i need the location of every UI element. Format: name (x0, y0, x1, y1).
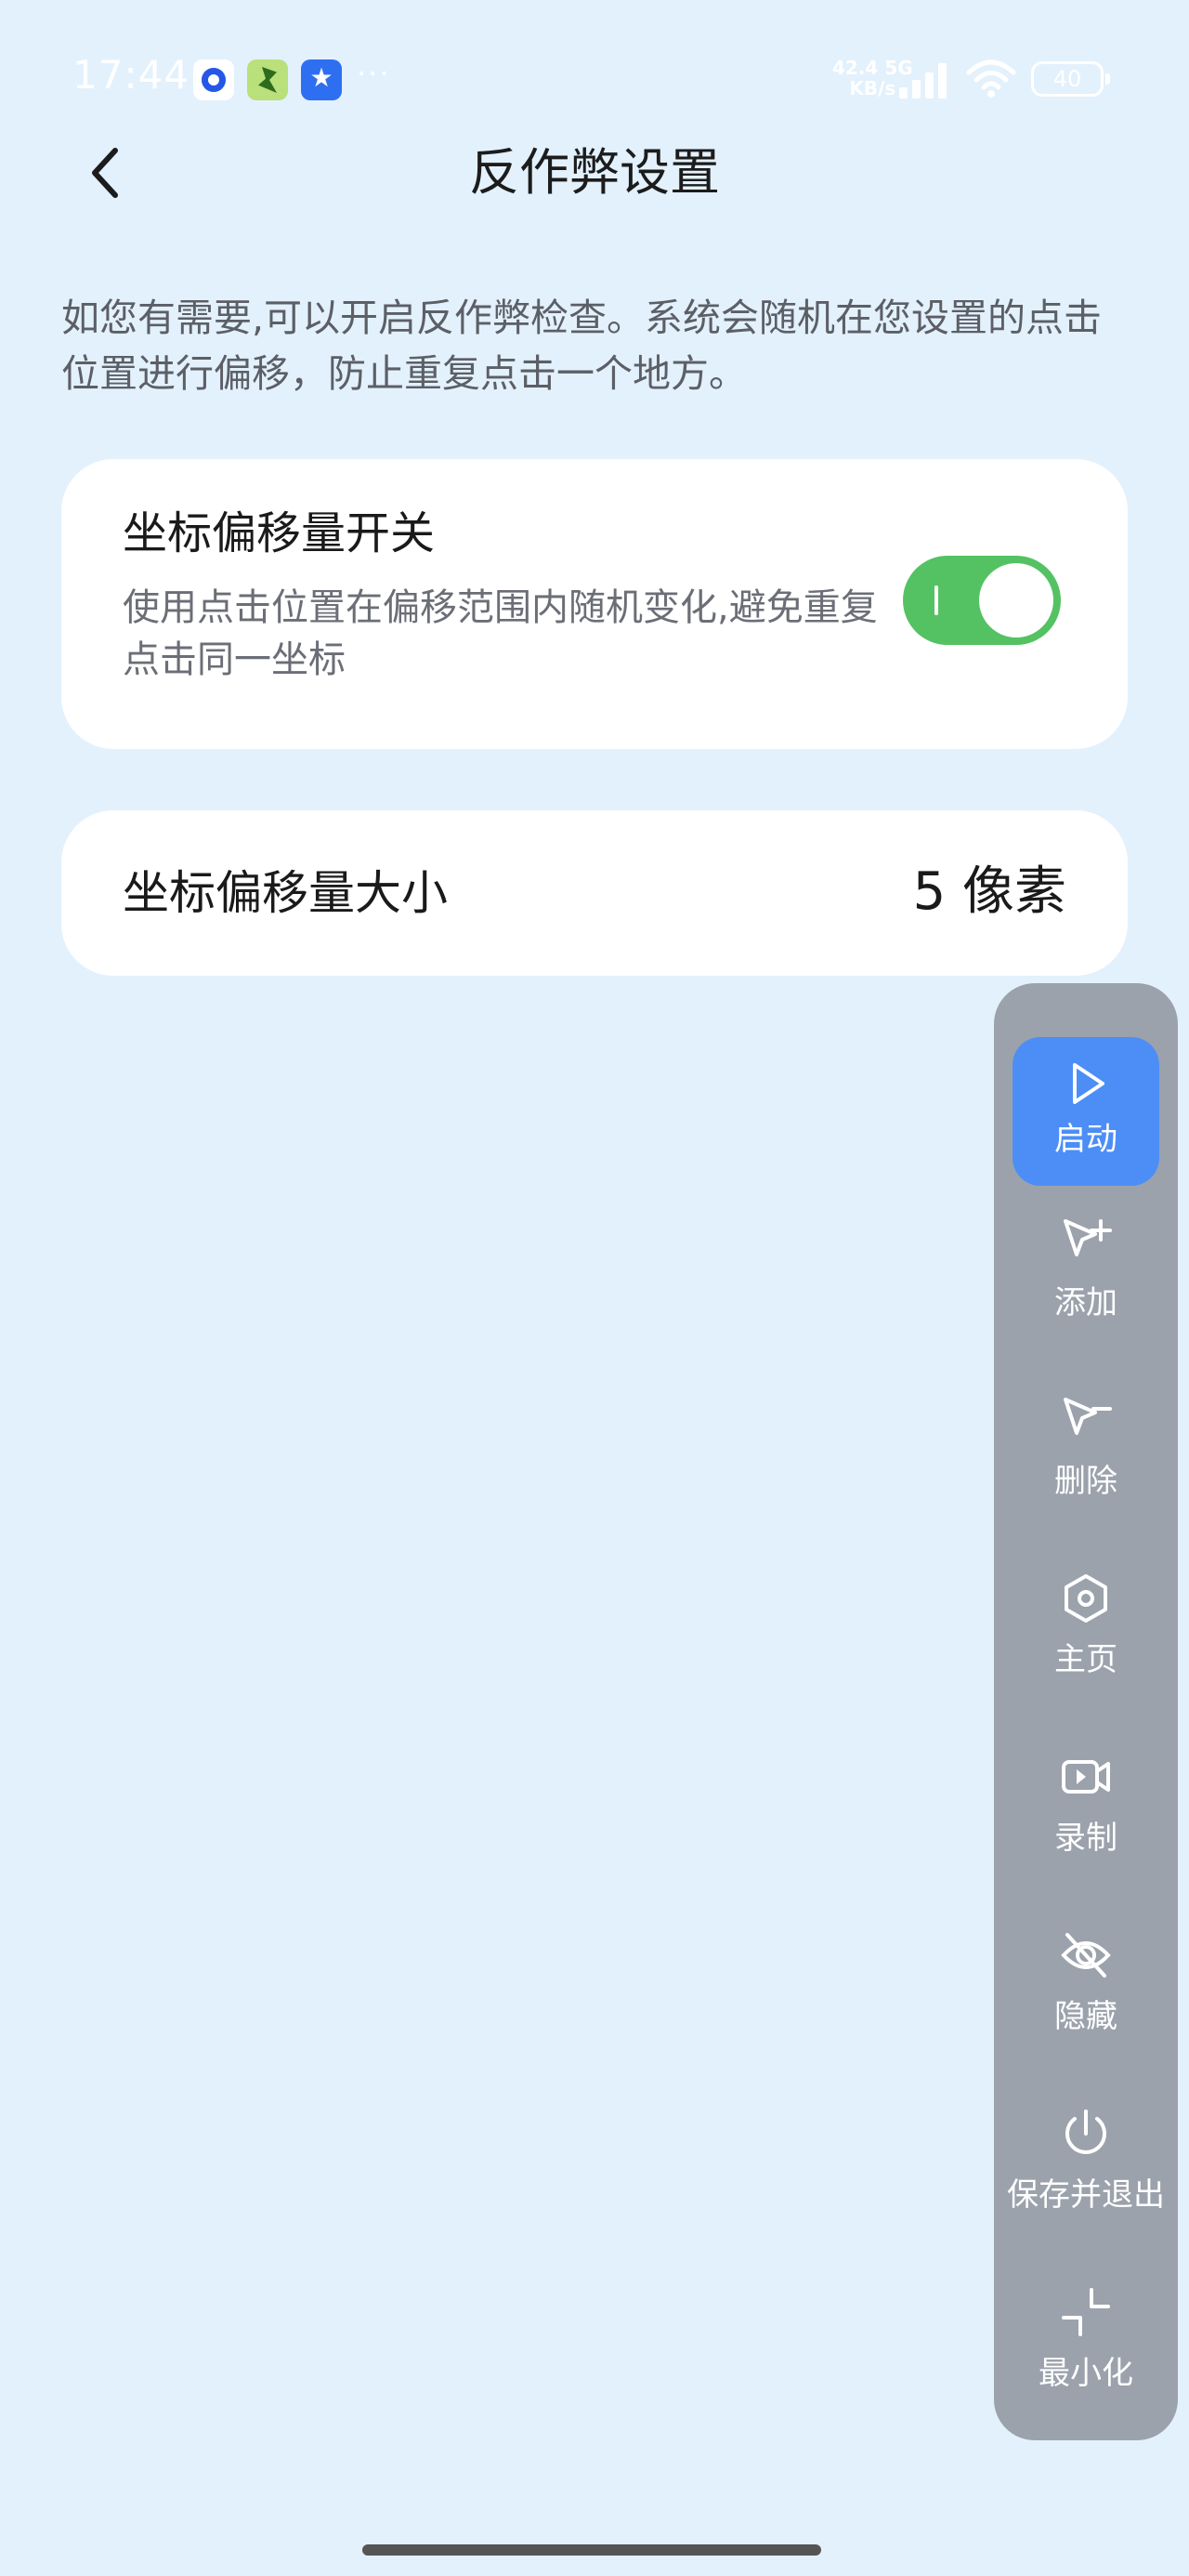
offset-switch-subtitle: 使用点击位置在偏移范围内随机变化,避免重复点击同一坐标 (123, 586, 878, 681)
offset-size-title: 坐标偏移量大小 (123, 866, 448, 920)
description-text: 如您有需要,可以开启反作弊检查。系统会随机在您设置的点击位置进行偏移，防止重复点… (61, 296, 1103, 396)
hide-button[interactable]: 隐藏 (994, 1911, 1178, 2089)
offset-switch-title: 坐标偏移量开关 (123, 507, 436, 559)
start-button[interactable]: 启动 (994, 1009, 1178, 1188)
minimize-icon (1062, 2288, 1110, 2336)
app-notification-icon (301, 59, 342, 100)
home-indicator[interactable] (362, 2544, 821, 2556)
delete-button[interactable]: 删除 (994, 1375, 1178, 1554)
app-notification-icon (193, 59, 234, 100)
save-exit-button[interactable]: 保存并退出 (994, 2089, 1178, 2267)
status-time: 17:44 (72, 52, 190, 98)
signal-icon (899, 59, 955, 99)
hexagon-home-icon (1065, 1574, 1107, 1623)
wifi-icon (966, 59, 1016, 98)
more-notifications-icon: ··· (357, 56, 391, 91)
video-record-icon (1062, 1760, 1110, 1794)
app-notification-icon (247, 59, 288, 100)
minimize-button[interactable]: 最小化 (994, 2267, 1178, 2446)
offset-switch-card: 坐标偏移量开关 使用点击位置在偏移范围内随机变化,避免重复点击同一坐标 (61, 459, 1128, 749)
home-button[interactable]: 主页 (994, 1554, 1178, 1732)
record-button[interactable]: 录制 (994, 1732, 1178, 1911)
status-bar: 17:44 ··· 42.4 5G KB/s 40 (0, 0, 1189, 158)
toggle-knob (979, 563, 1053, 637)
add-button[interactable]: 添加 (994, 1197, 1178, 1375)
floating-control-panel: 启动 添加 删除 主页 录制 隐藏 保存并退出 最小化 (994, 983, 1178, 2440)
play-icon (1073, 1063, 1104, 1104)
eye-off-icon (1061, 1933, 1111, 1978)
offset-toggle[interactable] (903, 556, 1061, 645)
page-title: 反作弊设置 (469, 143, 720, 202)
cursor-add-icon (1064, 1219, 1112, 1256)
offset-size-row[interactable]: 坐标偏移量大小 5 像素 (61, 810, 1128, 976)
battery-icon: 40 (1031, 61, 1110, 97)
power-icon (1065, 2109, 1106, 2154)
offset-size-value: 5 像素 (912, 861, 1066, 922)
screen: 17:44 ··· 42.4 5G KB/s 40 反作弊设置 如您有需要,可以… (0, 0, 1189, 2576)
cursor-remove-icon (1064, 1398, 1112, 1435)
